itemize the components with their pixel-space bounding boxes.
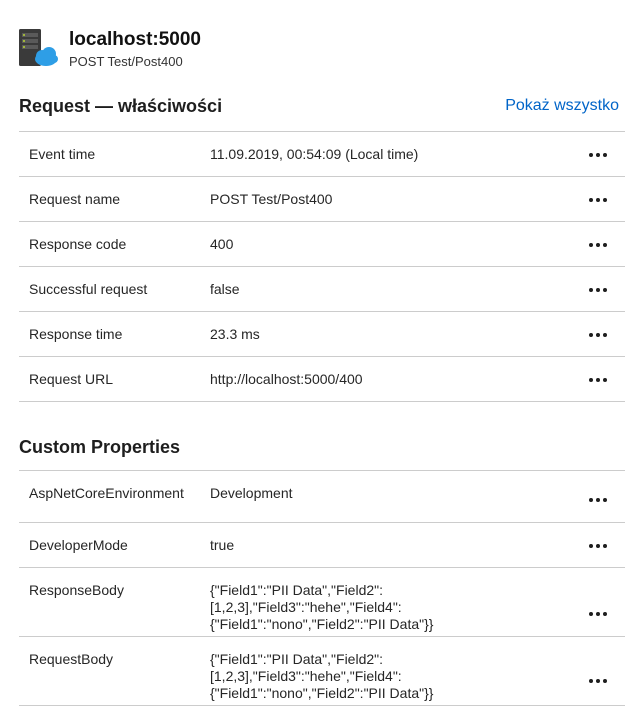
- custom-properties-title: Custom Properties: [19, 437, 181, 457]
- more-options-icon[interactable]: [587, 490, 609, 510]
- property-value: {"Field1":"PII Data","Field2": [1,2,3],"…: [210, 582, 434, 632]
- request-properties-table: Event time 11.09.2019, 00:54:09 (Local t…: [19, 131, 625, 402]
- page-title: localhost:5000: [69, 29, 201, 50]
- property-key: Successful request: [29, 281, 148, 297]
- more-options-icon[interactable]: [587, 280, 609, 300]
- property-key: Request name: [29, 191, 121, 207]
- request-section-title: Request — właściwości: [19, 96, 223, 116]
- page-subtitle: POST Test/Post400: [69, 54, 183, 69]
- property-key: AspNetCoreEnvironment: [29, 485, 184, 501]
- table-row: DeveloperMode true: [19, 523, 625, 568]
- more-options-icon[interactable]: [587, 190, 609, 210]
- property-key: DeveloperMode: [29, 537, 128, 553]
- custom-properties-table: AspNetCoreEnvironment Development Develo…: [19, 470, 625, 706]
- more-options-icon[interactable]: [587, 671, 609, 691]
- property-key: Event time: [29, 146, 96, 162]
- more-options-icon[interactable]: [587, 536, 609, 556]
- table-row: RequestBody {"Field1":"PII Data","Field2…: [19, 637, 625, 706]
- table-row: Response time 23.3 ms: [19, 312, 625, 357]
- property-value: POST Test/Post400: [210, 191, 333, 207]
- more-options-icon[interactable]: [587, 145, 609, 165]
- more-options-icon[interactable]: [587, 604, 609, 624]
- property-value: 11.09.2019, 00:54:09 (Local time): [210, 146, 419, 162]
- table-row: Request URL http://localhost:5000/400: [19, 357, 625, 402]
- property-value: http://localhost:5000/400: [210, 371, 363, 387]
- table-row: Request name POST Test/Post400: [19, 177, 625, 222]
- table-row: Successful request false: [19, 267, 625, 312]
- property-key: ResponseBody: [29, 582, 124, 598]
- table-row: ResponseBody {"Field1":"PII Data","Field…: [19, 568, 625, 637]
- property-key: Request URL: [29, 371, 114, 387]
- header: localhost:5000 POST Test/Post400: [18, 28, 618, 72]
- property-value: true: [210, 537, 235, 553]
- property-value: false: [210, 281, 240, 297]
- show-all-link[interactable]: Pokaż wszystko: [505, 97, 619, 115]
- property-value: Development: [210, 485, 293, 501]
- property-value: {"Field1":"PII Data","Field2": [1,2,3],"…: [210, 651, 434, 701]
- more-options-icon[interactable]: [587, 235, 609, 255]
- property-value: 400: [210, 236, 234, 252]
- property-key: Response code: [29, 236, 127, 252]
- table-row: Event time 11.09.2019, 00:54:09 (Local t…: [19, 132, 625, 177]
- server-cloud-icon: [19, 29, 58, 66]
- property-value: 23.3 ms: [210, 326, 260, 342]
- table-row: AspNetCoreEnvironment Development: [19, 471, 625, 523]
- more-options-icon[interactable]: [587, 325, 609, 345]
- more-options-icon[interactable]: [587, 370, 609, 390]
- property-key: Response time: [29, 326, 123, 342]
- table-row: Response code 400: [19, 222, 625, 267]
- property-key: RequestBody: [29, 651, 114, 667]
